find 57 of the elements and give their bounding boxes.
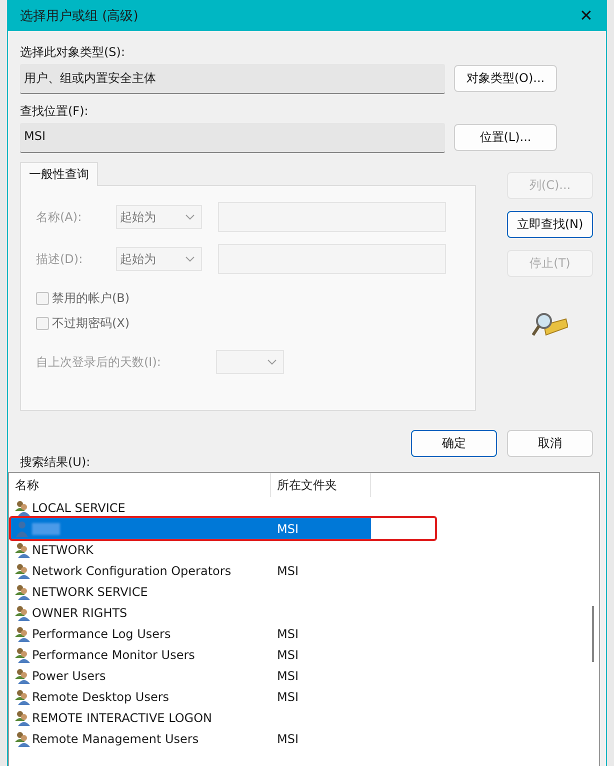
group-icon — [14, 542, 30, 558]
selected-row-highlight[interactable] — [9, 518, 271, 539]
readonly-field: 用户、组或内置安全主体 — [20, 64, 445, 94]
table-cell[interactable]: REMOTE INTERACTIVE LOGON — [32, 710, 212, 724]
field-label: 名称(A): — [36, 208, 83, 226]
table-cell[interactable]: MSI — [277, 732, 299, 746]
table-cell[interactable]: Performance Log Users — [32, 626, 171, 640]
user-icon — [14, 520, 30, 536]
table-cell[interactable]: Remote Management Users — [32, 732, 199, 746]
chevron-down-icon — [185, 256, 195, 262]
table-cell[interactable]: Performance Monitor Users — [32, 648, 195, 662]
scrollbar-thumb[interactable] — [592, 606, 594, 662]
window-title: 选择用户或组 (高级) — [20, 8, 138, 25]
dialog-button[interactable]: 位置(L)... — [454, 124, 557, 151]
dialog-button[interactable]: 对象类型(O)... — [454, 65, 557, 92]
table-cell[interactable]: LOCAL SERVICE — [32, 500, 126, 514]
ok-button[interactable]: 确定 — [411, 430, 497, 457]
group-icon — [14, 584, 30, 600]
column-header[interactable]: 名称 — [9, 473, 271, 497]
search-button[interactable]: 立即查找(N) — [507, 211, 593, 238]
chevron-down-icon — [185, 214, 195, 220]
magnifier-icon — [532, 311, 568, 339]
table-cell[interactable]: NETWORK — [32, 542, 94, 556]
column-header[interactable]: 所在文件夹 — [271, 473, 371, 497]
table-cell[interactable]: MSI — [277, 564, 299, 578]
table-cell[interactable]: OWNER RIGHTS — [32, 606, 128, 620]
field-label: 选择此对象类型(S): — [20, 44, 126, 60]
readonly-field: MSI — [20, 123, 445, 153]
table-cell[interactable]: MSI — [277, 648, 299, 662]
table-cell[interactable]: MSI — [277, 626, 299, 640]
dropdown[interactable]: 起始为 — [116, 205, 202, 229]
group-icon — [14, 710, 30, 726]
dropdown[interactable]: 起始为 — [116, 247, 202, 271]
group-icon — [14, 688, 30, 704]
cancel-button[interactable]: 取消 — [507, 430, 593, 457]
field-label: 描述(D): — [36, 250, 84, 268]
group-icon — [14, 604, 30, 620]
close-button[interactable]: ✕ — [566, 1, 606, 31]
group-icon — [14, 730, 30, 746]
group-icon — [14, 500, 30, 516]
table-cell[interactable]: MSI — [277, 690, 299, 704]
group-icon — [14, 626, 30, 642]
group-icon — [14, 646, 30, 662]
table-cell[interactable]: NETWORK SERVICE — [32, 584, 148, 598]
field-label: 搜索结果(U): — [20, 454, 92, 470]
table-cell[interactable]: MSI — [277, 522, 299, 536]
tab[interactable]: 一般性查询 — [20, 162, 98, 186]
table-cell[interactable]: MSI — [277, 668, 299, 682]
dropdown[interactable] — [216, 350, 284, 374]
chevron-down-icon — [267, 359, 277, 365]
group-icon — [14, 562, 30, 578]
table-cell[interactable]: Power Users — [32, 668, 106, 682]
field-label: 查找位置(F): — [20, 103, 90, 119]
group-icon — [14, 668, 30, 684]
table-cell[interactable]: Network Configuration Operators — [32, 564, 232, 578]
field-label: 自上次登录后的天数(I): — [36, 354, 162, 370]
table-cell[interactable]: Remote Desktop Users — [32, 690, 170, 704]
